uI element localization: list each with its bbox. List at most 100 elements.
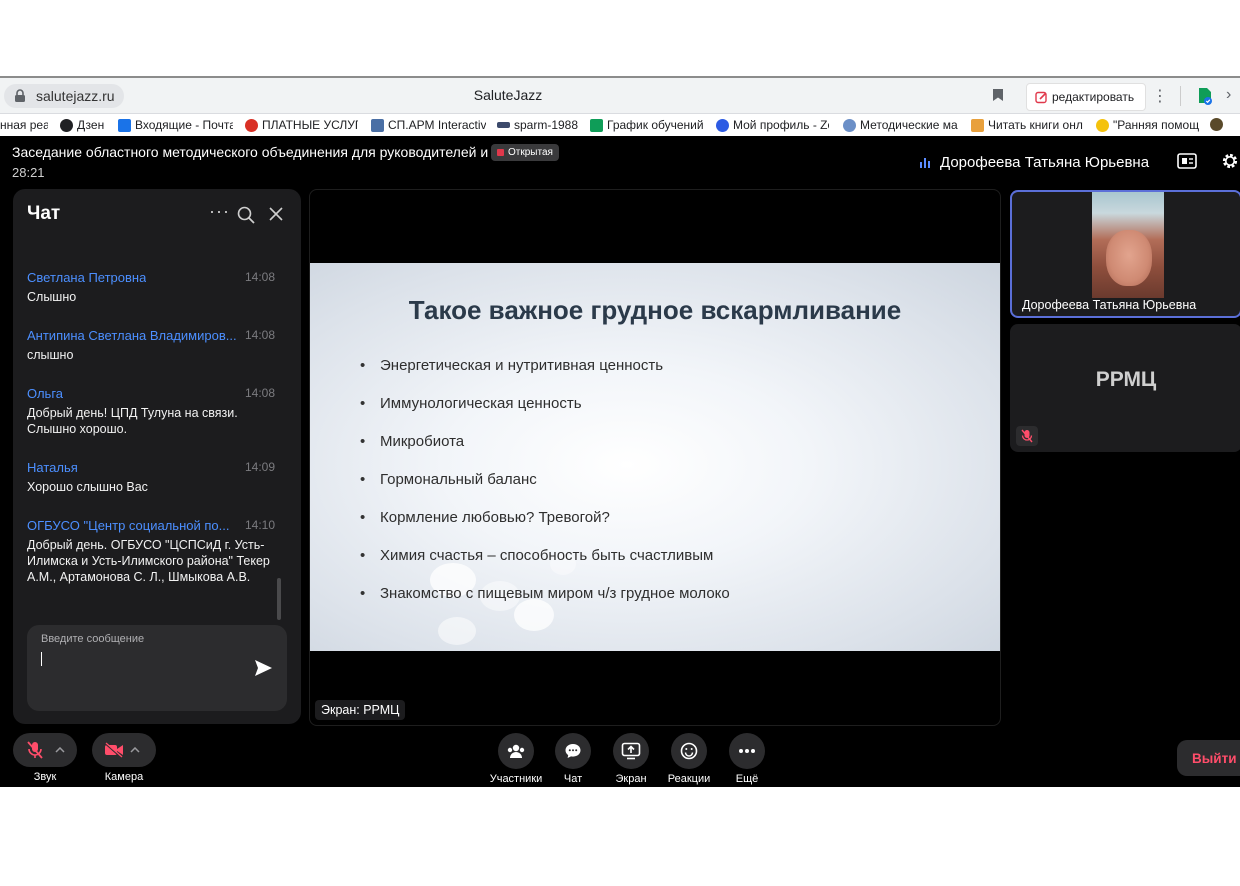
layout-icon[interactable] [1177,153,1197,169]
slide-bullet: • Знакомство с пищевым миром ч/з грудное … [360,585,730,602]
message-author[interactable]: Светлана Петровна [27,270,146,285]
profile-icon[interactable]: › [1226,86,1231,104]
participant-name: Дорофеева Татьяна Юрьевна [1022,298,1197,312]
message-text: Слышно [27,290,77,304]
participant-initials: РРМЦ [1095,368,1157,391]
reactions-label: Реакции [667,773,711,785]
slide-bullet-list: • Энергетическая и нутритивная ценность •… [360,357,730,623]
bookmark-item[interactable]: Дзен [60,118,117,132]
more-label: Ещё [735,773,759,785]
bookmark-icon[interactable] [992,88,1004,102]
slide-bullet: • Гормональный баланс [360,471,537,488]
chat-button[interactable] [555,733,591,769]
bookmark-item[interactable]: СП.АРМ Interactiv [371,118,486,132]
screen-share-label: Экран: РРМЦ [315,700,406,720]
status-badge: Открытая [491,144,559,161]
bookmark-favicon [497,122,510,128]
chat-bubble-icon [565,744,581,758]
address-bar: salutejazz.ru SaluteJazz редактировать ⋮… [0,78,1240,114]
bookmark-item[interactable]: "Ранняя помощ [1096,118,1213,132]
browser-window: salutejazz.ru SaluteJazz редактировать ⋮… [0,76,1240,787]
participant-tile[interactable]: РРМЦ [1010,324,1240,452]
bookmark-item[interactable]: Методические ма [843,118,960,132]
bookmark-label: Методические ма [860,118,958,132]
exit-button[interactable]: Выйти [1177,740,1240,776]
camera-button[interactable] [92,733,156,767]
message-author[interactable]: Антипина Светлана Владимиров... [27,328,237,343]
sound-control[interactable]: Звук [13,733,77,783]
message-author[interactable]: Наталья [27,460,78,475]
bookmark-label: Входящие - Почта [135,118,233,132]
current-speaker: Дорофеева Татьяна Юрьевна [920,154,1149,171]
edit-button[interactable]: редактировать [1026,83,1146,111]
chevron-up-icon[interactable] [130,747,140,753]
message-time: 14:09 [244,460,275,474]
chat-label: Чат [563,773,583,785]
participants-icon [507,744,525,758]
edit-button-label: редактировать [1052,90,1135,104]
chat-scrollbar[interactable] [277,578,281,620]
bookmark-label: СП.АРМ Interactiv [388,118,486,132]
send-icon[interactable] [253,658,273,678]
message-text: Хорошо слышно Вас [27,480,148,494]
more-control[interactable]: Ещё [727,733,767,785]
participants-control[interactable]: Участники [487,733,545,785]
speaker-name: Дорофеева Татьяна Юрьевна [940,154,1150,171]
chat-message: Светлана Петровна 14:08 Слышно [27,270,275,305]
mic-off-icon [1016,426,1038,446]
browser-menu-icon[interactable]: ⋮ [1152,86,1168,106]
salutejazz-app: Заседание областного методического объед… [0,136,1240,787]
more-button[interactable] [729,733,765,769]
screen-control[interactable]: Экран [610,733,652,785]
tab-page-title: SaluteJazz [473,87,543,103]
chat-message: ОГБУСО "Центр социальной по... 14:10 Доб… [27,518,275,585]
slide-bullet: • Иммунологическая ценность [360,395,582,412]
bookmark-item[interactable]: ПЛАТНЫЕ УСЛУГ [245,118,358,132]
participants-label: Участники [489,773,543,785]
bookmark-label: "Ранняя помощ [1113,118,1200,132]
bookmarks-bar: нная реа Дзен Входящие - Почта ПЛАТНЫЕ У… [0,114,1240,136]
camera-control[interactable]: Камера [92,733,156,783]
bookmark-item[interactable]: нная реа [0,118,48,132]
screen-share-stage: Такое важное грудное вскармливание • Энер… [309,189,1001,726]
message-time: 14:08 [244,270,275,284]
extension-icon[interactable] [1196,86,1214,106]
bookmark-label: Мой профиль - Zo [733,118,829,132]
sound-button[interactable] [13,733,77,767]
message-text: слышно [27,348,74,362]
gear-icon[interactable] [1221,152,1239,170]
play-icon [1096,118,1109,132]
participants-button[interactable] [498,733,534,769]
reactions-control[interactable]: Реакции [664,733,714,785]
message-time: 14:08 [244,328,275,342]
chat-more-icon[interactable]: ··· [209,201,230,222]
bookmark-item[interactable]: Входящие - Почта [118,118,233,132]
audio-level-icon [920,157,932,168]
message-author[interactable]: ОГБУСО "Центр социальной по... [27,518,229,533]
bookmark-item[interactable] [1210,118,1227,131]
screen-share-icon [621,742,641,760]
bookmark-label: sparm-1988 [514,118,579,132]
message-input-placeholder: Введите сообщение [41,633,145,645]
bookmark-item[interactable]: sparm-1988 [497,118,586,132]
bookmark-item[interactable]: Мой профиль - Zo [716,118,829,132]
search-icon[interactable] [237,206,255,224]
message-author[interactable]: Ольга [27,386,63,401]
participant-tile-active[interactable]: Дорофеева Татьяна Юрьевна [1010,190,1240,318]
slide-title: Такое важное грудное вскармливание [408,295,902,325]
slide-bullet: • Микробиота [360,433,465,450]
screen-share-button[interactable] [613,733,649,769]
smile-icon [680,742,698,760]
close-icon[interactable] [269,207,283,221]
chat-message: Ольга 14:08 Добрый день! ЦПД Тулуна на с… [27,386,275,437]
reactions-button[interactable] [671,733,707,769]
badge-dot-icon [497,149,504,156]
bookmark-item[interactable]: Читать книги онл [971,118,1086,132]
message-input[interactable]: Введите сообщение [27,625,287,711]
chat-control[interactable]: Чат [553,733,593,785]
bookmark-item[interactable]: График обучений [590,118,703,132]
slide-bullet: • Химия счастья – способность быть счастл… [360,547,714,564]
chevron-up-icon[interactable] [55,747,65,753]
mic-off-icon [27,741,43,759]
slide-bullet: • Энергетическая и нутритивная ценность [360,357,664,374]
